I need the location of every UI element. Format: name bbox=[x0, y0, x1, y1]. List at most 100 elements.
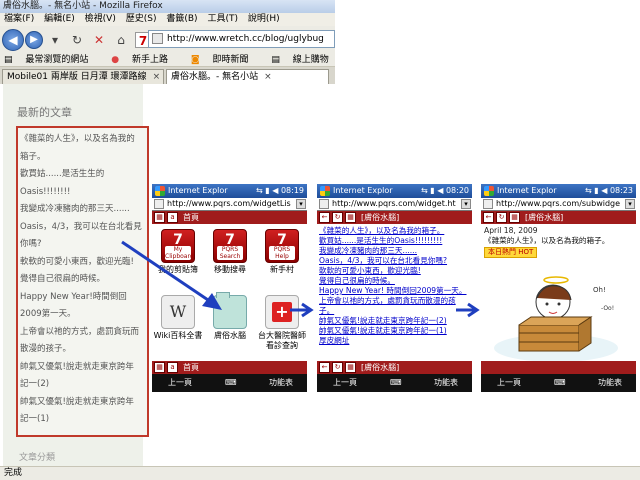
article-link[interactable]: 歡買姑......是活生生的 bbox=[20, 166, 145, 184]
bookmarks-toolbar: ▤ 最常瀏覽的網站 ● 新手上路 ◙ 即時新聞 ▤ 線上購物 bbox=[0, 53, 335, 67]
abc-icon[interactable]: a bbox=[167, 362, 178, 373]
widget-bottom-bar: ← ↻ ▦ [膚俗水腦] bbox=[317, 361, 472, 374]
article-link[interactable]: 記一(2) bbox=[20, 376, 145, 394]
list-item[interactable]: 上帝會以祂的方式，處罰貪玩而散漫的孩 bbox=[319, 296, 470, 306]
close-icon[interactable]: × bbox=[153, 72, 161, 82]
list-item[interactable]: 我變成冷凍豬肉的那三天...... bbox=[319, 246, 470, 256]
list-item[interactable]: 厚皮網址 bbox=[319, 336, 470, 346]
article-link[interactable]: 我變成冷凍豬肉的那三天...... bbox=[20, 201, 145, 219]
bookmark-most-visited[interactable]: ▤ 最常瀏覽的網站 bbox=[4, 55, 98, 65]
list-item[interactable]: Happy New Year! 時間倒回2009第一天。 bbox=[319, 286, 470, 296]
softkey-back[interactable]: 上一頁 bbox=[333, 374, 357, 392]
menu-tools[interactable]: 工具(T) bbox=[207, 14, 238, 24]
dropdown-icon[interactable]: ▾ bbox=[47, 32, 63, 48]
article-header: April 18, 2009 《雜菜的人生》，以及名為我的箱子。 本日熱門 HO… bbox=[481, 224, 636, 260]
back-button[interactable]: ◀ bbox=[2, 28, 24, 51]
stop-icon[interactable]: ✕ bbox=[91, 32, 107, 48]
menu-file[interactable]: 檔案(F) bbox=[4, 14, 34, 24]
tab-wretch-blog[interactable]: 膚俗水腦。- 無名小站 × bbox=[166, 69, 329, 84]
article-link[interactable]: 《雜菜的人生》，以及名為我的 bbox=[20, 131, 145, 149]
right-arrow-icon bbox=[290, 302, 314, 318]
softkey-back[interactable]: 上一頁 bbox=[497, 374, 521, 392]
phone-address-bar[interactable]: http://www.pqrs.com/subwidge ▾ bbox=[481, 198, 636, 211]
refresh-icon[interactable]: ↻ bbox=[496, 212, 507, 223]
home-icon[interactable]: ⌂ bbox=[113, 32, 129, 48]
back-arrow-icon[interactable]: ← bbox=[319, 212, 330, 223]
go-icon[interactable]: ▾ bbox=[625, 199, 635, 209]
phone-time: 08:20 bbox=[445, 186, 469, 195]
forward-button[interactable]: ▶ bbox=[25, 30, 43, 49]
menu-view[interactable]: 檢視(V) bbox=[85, 14, 116, 24]
keyboard-icon[interactable]: ⌨ bbox=[390, 374, 402, 392]
keyboard-icon[interactable]: ⌨ bbox=[225, 374, 237, 392]
softkey-menu[interactable]: 功能表 bbox=[598, 374, 622, 392]
url-text: http://www.wretch.cc/blog/uglybug bbox=[167, 34, 324, 44]
refresh-icon[interactable]: ↻ bbox=[332, 362, 343, 373]
grid-icon[interactable]: ▦ bbox=[154, 212, 165, 223]
softkey-menu[interactable]: 功能表 bbox=[269, 374, 293, 392]
reload-icon[interactable]: ↻ bbox=[69, 32, 85, 48]
article-link[interactable]: 上帝會以祂的方式，處罰貪玩而 bbox=[20, 324, 145, 342]
close-icon[interactable]: × bbox=[264, 72, 272, 82]
keyboard-icon[interactable]: ⌨ bbox=[554, 374, 566, 392]
post-title: 《雜菜的人生》，以及名為我的箱子。 bbox=[484, 236, 610, 245]
phone-address-bar[interactable]: http://www.pqrs.com/widget.ht ▾ bbox=[317, 198, 472, 211]
windows-start-icon[interactable] bbox=[484, 186, 494, 196]
tab-mobile01[interactable]: Mobile01 兩岸版 日月潭 環潭路線 × bbox=[2, 69, 164, 84]
back-arrow-icon[interactable]: ← bbox=[483, 212, 494, 223]
phone-screen-article: Internet Explor ⇆ ▮ ◀ 08:23 http://www.p… bbox=[481, 184, 636, 392]
phone-app-name: Internet Explor bbox=[497, 186, 557, 195]
bookmark-news[interactable]: ◙ 即時新聞 bbox=[191, 55, 259, 65]
list-item[interactable]: 歡買姑......是活生生的Oasis!!!!!!!!! bbox=[319, 236, 470, 246]
windows-start-icon[interactable] bbox=[320, 186, 330, 196]
list-item[interactable]: Oasis，4/3，我可以在台北看見你嗎? bbox=[319, 256, 470, 266]
site-favicon bbox=[152, 33, 163, 44]
menu-bookmarks[interactable]: 書籤(B) bbox=[166, 14, 197, 24]
bottom-label: [膚俗水腦] bbox=[361, 363, 400, 372]
article-link[interactable]: 箱子。 bbox=[20, 149, 145, 167]
grid-icon[interactable]: ▦ bbox=[345, 362, 356, 373]
sidebar-title: 最新的文章 bbox=[17, 106, 72, 119]
phone-clock: ⇆ ▮ ◀ 08:20 bbox=[421, 184, 469, 198]
softkey-menu[interactable]: 功能表 bbox=[434, 374, 458, 392]
article-link[interactable]: Oasis!!!!!!!! bbox=[20, 184, 145, 202]
article-link[interactable]: 記一(1) bbox=[20, 411, 145, 429]
menu-bar: 檔案(F) 編輯(E) 檢視(V) 歷史(S) 書籤(B) 工具(T) 說明(H… bbox=[0, 13, 335, 26]
phone-address-bar[interactable]: http://www.pqrs.com/widgetLis ▾ bbox=[152, 198, 307, 211]
softkey-back[interactable]: 上一頁 bbox=[168, 374, 192, 392]
article-link[interactable]: 帥氣又優氣!說走就走東京跨年 bbox=[20, 359, 145, 377]
list-item[interactable]: 子。 bbox=[319, 306, 470, 316]
menu-edit[interactable]: 編輯(E) bbox=[44, 14, 75, 24]
go-icon[interactable]: ▾ bbox=[296, 199, 306, 209]
phone-clock: ⇆ ▮ ◀ 08:19 bbox=[256, 184, 304, 198]
url-bar[interactable]: http://www.wretch.cc/blog/uglybug bbox=[148, 30, 335, 48]
toolbar-label: 首頁 bbox=[183, 213, 199, 222]
menu-history[interactable]: 歷史(S) bbox=[126, 14, 157, 24]
refresh-icon[interactable]: ↻ bbox=[332, 212, 343, 223]
list-item[interactable]: 軟軟的可愛小東西，歡迎光臨! bbox=[319, 266, 470, 276]
widget-help[interactable]: 7 PQRS Help 新手村 bbox=[256, 229, 307, 295]
article-link[interactable]: 散漫的孩子。 bbox=[20, 341, 145, 359]
bookmark-label: 即時新聞 bbox=[212, 55, 249, 65]
abc-icon[interactable]: a bbox=[167, 212, 178, 223]
grid-icon[interactable]: ▦ bbox=[154, 362, 165, 373]
bookmark-shopping[interactable]: ▤ 線上購物 bbox=[271, 55, 335, 65]
widget-bottom-bar: ▦ a 首頁 bbox=[152, 361, 307, 374]
hot-badge: 本日熱門 HOT bbox=[484, 247, 538, 258]
bookmark-icon: ▤ bbox=[4, 55, 16, 65]
go-icon[interactable]: ▾ bbox=[461, 199, 471, 209]
article-link[interactable]: Oasis，4/3，我可以在台北看見 bbox=[20, 219, 145, 237]
signal-icon: ⇆ ▮ ◀ bbox=[585, 186, 610, 195]
menu-help[interactable]: 說明(H) bbox=[248, 14, 280, 24]
list-item[interactable]: 帥氣又優氣!說走就走東京跨年記一(1) bbox=[319, 326, 470, 336]
grid-icon[interactable]: ▦ bbox=[345, 212, 356, 223]
bookmark-getting-started[interactable]: ● 新手上路 bbox=[111, 55, 178, 65]
windows-start-icon[interactable] bbox=[155, 186, 165, 196]
grid-icon[interactable]: ▦ bbox=[509, 212, 520, 223]
list-item[interactable]: 覺得自己很扁的時候。 bbox=[319, 276, 470, 286]
bookmark-icon: ▤ bbox=[271, 55, 283, 65]
back-arrow-icon[interactable]: ← bbox=[319, 362, 330, 373]
article-link[interactable]: 帥氣又優氣!說走就走東京跨年 bbox=[20, 394, 145, 412]
list-item[interactable]: 《雜菜的人生》，以及名為我的箱子。 bbox=[319, 226, 470, 236]
list-item[interactable]: 帥氣又優氣!說走就走東京跨年記一(2) bbox=[319, 316, 470, 326]
